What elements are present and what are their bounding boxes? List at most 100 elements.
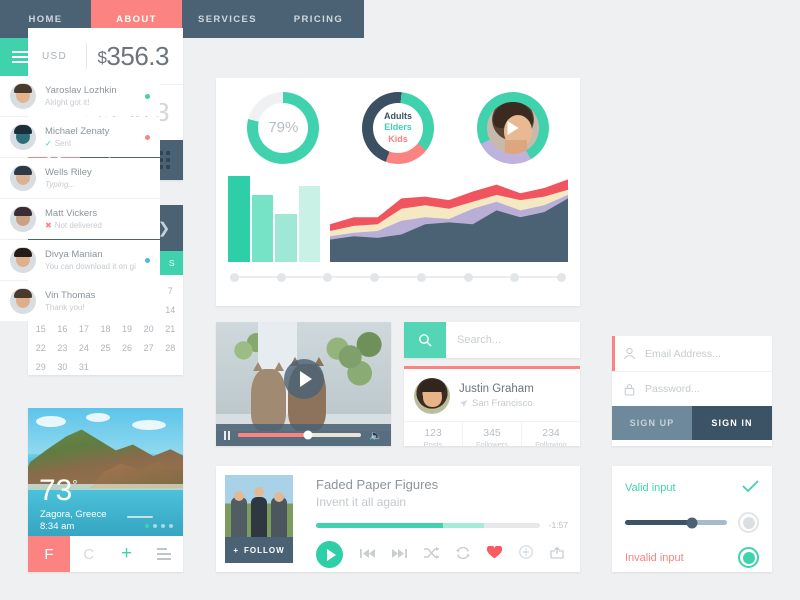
calendar-day[interactable]: 29	[30, 357, 52, 375]
currency-value: $356.3	[87, 41, 169, 72]
password-field[interactable]: Password...	[612, 371, 772, 406]
stepper-dot[interactable]	[416, 272, 426, 282]
weather-time: 8:34 am	[40, 521, 75, 532]
album-artwork	[225, 475, 293, 543]
chat-list-item[interactable]: Divya Manian You can download it on git..…	[0, 240, 160, 280]
track-artist: Faded Paper Figures	[316, 477, 439, 492]
calendar-day[interactable]: 20	[138, 319, 160, 338]
range-slider[interactable]	[625, 517, 727, 528]
skip-forward-icon[interactable]	[392, 546, 407, 564]
video-progress-slider[interactable]	[238, 430, 362, 440]
chat-item-info: Michael Zenaty ✓ Sent	[45, 126, 136, 148]
chat-contact-name: Matt Vickers	[45, 208, 98, 219]
unit-fahrenheit-button[interactable]: F	[28, 536, 70, 572]
calendar-day[interactable]: 30	[52, 357, 74, 375]
tab-pricing[interactable]: PRICING	[273, 0, 364, 38]
stepper-line	[239, 276, 277, 278]
stepper-pagination[interactable]	[216, 262, 580, 292]
bar	[251, 194, 273, 262]
stepper-dot[interactable]	[323, 272, 333, 282]
chat-list-item[interactable]: Matt Vickers ✖ Not delivered	[0, 199, 160, 239]
calendar-day[interactable]: 14	[159, 300, 181, 319]
tab-services[interactable]: SERVICES	[182, 0, 273, 38]
pause-icon[interactable]	[224, 430, 230, 440]
share-icon[interactable]	[550, 546, 564, 564]
chat-message-preview: Typing...	[45, 180, 150, 189]
calendar-day[interactable]: 25	[95, 338, 117, 357]
heart-icon[interactable]	[486, 544, 503, 564]
calendar-day[interactable]: 28	[159, 338, 181, 357]
calendar-day[interactable]: 7	[159, 281, 181, 300]
volume-icon[interactable]: 🔈	[369, 429, 383, 442]
calendar-day[interactable]: 16	[52, 319, 74, 338]
avatar	[10, 124, 36, 150]
stat-followers[interactable]: 345 Followers	[462, 422, 521, 446]
weather-pagination[interactable]	[145, 524, 173, 528]
calendar-day[interactable]: 19	[116, 319, 138, 338]
chat-contact-name: Yaroslav Lozhkin	[45, 85, 117, 96]
calendar-day[interactable]: 22	[30, 338, 52, 357]
calendar-day[interactable]: 23	[52, 338, 74, 357]
chat-list-item[interactable]: Wells Riley Typing...	[0, 158, 160, 198]
calendar-day[interactable]: 15	[30, 319, 52, 338]
stepper-dot[interactable]	[510, 272, 520, 282]
charts-row	[216, 166, 580, 262]
donut-row: 79% Adults Elders Kids	[216, 78, 580, 166]
signup-button[interactable]: SIGN UP	[612, 406, 692, 440]
stepper-dot[interactable]	[557, 272, 567, 282]
pagination-dot[interactable]	[161, 524, 165, 528]
hamburger-menu-icon[interactable]	[12, 51, 28, 63]
calendar-day[interactable]: 26	[116, 338, 138, 357]
currency-amount: 356.3	[106, 40, 169, 71]
chat-list-item[interactable]: Michael Zenaty ✓ Sent	[0, 117, 160, 157]
stepper-dot[interactable]	[370, 272, 380, 282]
stat-label: Posts	[423, 440, 443, 446]
validation-card: Valid input Invalid input	[612, 466, 772, 572]
bar	[228, 176, 250, 262]
repeat-icon[interactable]	[456, 546, 470, 564]
stepper-dot[interactable]	[276, 272, 286, 282]
follow-button[interactable]: + FOLLOW	[225, 537, 293, 563]
bar-chart	[228, 176, 320, 262]
play-icon[interactable]	[507, 121, 519, 135]
calendar-day[interactable]: 31	[73, 357, 95, 375]
search-bar: Search...	[404, 322, 580, 358]
calendar-day[interactable]: 24	[73, 338, 95, 357]
plus-circle-icon[interactable]	[519, 545, 533, 564]
profile-header: Justin Graham San Francisco	[404, 369, 580, 421]
stat-posts[interactable]: 123 Posts	[404, 422, 462, 446]
calendar-day[interactable]: 17	[73, 319, 95, 338]
pagination-dot[interactable]	[169, 524, 173, 528]
cat	[251, 362, 286, 432]
progress-slider[interactable]	[316, 522, 540, 528]
stepper-line	[285, 276, 324, 278]
radio-selected[interactable]	[738, 547, 759, 568]
signin-button[interactable]: SIGN IN	[692, 406, 772, 440]
stat-following[interactable]: 234 Following	[521, 422, 580, 446]
chat-list-item[interactable]: Yaroslav Lozhkin Alright got it!	[0, 76, 160, 116]
pagination-dot[interactable]	[153, 524, 157, 528]
email-placeholder: Email Address...	[645, 347, 721, 360]
list-icon[interactable]	[145, 536, 183, 572]
track-title: Invent it all again	[316, 495, 407, 509]
calendar-day[interactable]: 18	[95, 319, 117, 338]
skip-back-icon[interactable]	[360, 546, 375, 564]
chat-list-item[interactable]: Vin Thomas Thank you!	[0, 281, 160, 321]
radio-unselected[interactable]	[738, 512, 759, 533]
unit-celsius-button[interactable]: C	[70, 536, 108, 572]
play-icon[interactable]	[283, 359, 324, 400]
calendar-day[interactable]: 21	[159, 319, 181, 338]
donut-chart-media[interactable]	[476, 92, 549, 164]
search-input[interactable]: Search...	[446, 322, 580, 358]
play-button[interactable]	[316, 541, 343, 568]
shuffle-icon[interactable]	[424, 546, 439, 564]
calendar-day[interactable]: 27	[138, 338, 160, 357]
stepper-dot[interactable]	[463, 272, 473, 282]
status-badge	[145, 134, 150, 140]
pagination-dot[interactable]	[145, 524, 149, 528]
search-icon[interactable]	[404, 322, 446, 358]
email-field[interactable]: Email Address...	[612, 336, 772, 371]
stepper-dot[interactable]	[230, 272, 239, 282]
video-player[interactable]: 🔈	[216, 322, 391, 446]
plus-icon[interactable]: +	[107, 536, 146, 572]
